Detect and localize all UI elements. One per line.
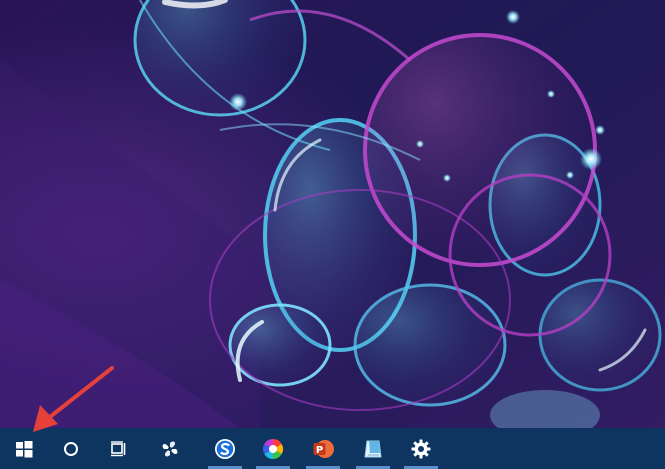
windows-logo-icon bbox=[16, 440, 33, 457]
search-circle-icon bbox=[64, 441, 78, 456]
task-view-button[interactable] bbox=[98, 428, 140, 469]
settings-button[interactable] bbox=[400, 428, 442, 469]
notepad-icon bbox=[364, 440, 382, 457]
desktop-wallpaper bbox=[0, 0, 665, 428]
color-wheel-app-button[interactable] bbox=[252, 428, 294, 469]
powerpoint-button[interactable]: P bbox=[302, 428, 344, 469]
gear-icon bbox=[411, 439, 431, 458]
pinwheel-app-button[interactable] bbox=[149, 428, 191, 469]
notepad-app-button[interactable] bbox=[352, 428, 394, 469]
color-wheel-icon bbox=[262, 438, 284, 459]
task-view-icon bbox=[111, 440, 126, 456]
powerpoint-icon: P bbox=[313, 439, 334, 458]
sogou-s-icon bbox=[215, 438, 235, 459]
sogou-browser-button[interactable] bbox=[204, 428, 246, 469]
desktop bbox=[0, 0, 665, 428]
search-button[interactable] bbox=[50, 428, 92, 469]
taskbar: P bbox=[0, 428, 665, 469]
powerpoint-letter: P bbox=[316, 444, 323, 455]
start-button[interactable] bbox=[3, 428, 45, 469]
pinwheel-app-icon bbox=[162, 441, 178, 456]
